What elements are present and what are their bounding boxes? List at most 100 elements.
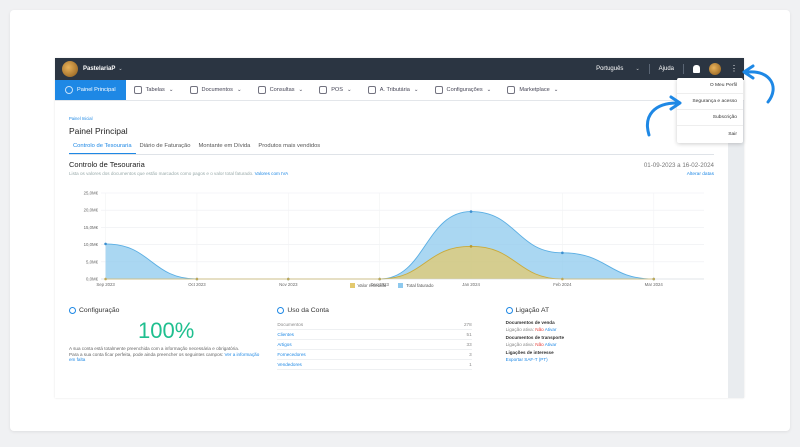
company-logo [62, 61, 78, 77]
at-title-text: Ligação AT [515, 307, 550, 314]
usage-row[interactable]: Clientes 51 [277, 330, 472, 340]
activate-sales-link[interactable]: Ativar [545, 327, 557, 332]
at-status-value: Não [535, 327, 544, 332]
nav-label: Marketplace [519, 87, 550, 93]
data-point [561, 251, 564, 255]
nav-item-tax-authority[interactable]: A. Tributária ⌄ [360, 80, 427, 100]
usage-label[interactable]: Artigos [277, 342, 291, 347]
nav-item-queries[interactable]: Consultas ⌄ [250, 80, 312, 100]
annotation-arrow-bottom [646, 95, 682, 137]
config-text: A sua conta está totalmente preenchida c… [69, 346, 263, 363]
chevron-down-icon: ⌄ [486, 87, 492, 93]
treasury-chart: 0,0M€5,0M€10,0M€15,0M€20,0M€25,0M€Sep 20… [84, 191, 704, 287]
chevron-down-icon: ⌄ [553, 87, 559, 93]
dashboard-tabs: Controlo de Tesouraria Diário de Faturaç… [69, 143, 714, 155]
y-tick-label: 15,0M€ [84, 225, 99, 230]
legend-swatch [398, 283, 404, 289]
config-panel: Configuração 100% A sua conta está total… [69, 307, 277, 370]
nav-item-marketplace[interactable]: Marketplace ⌄ [499, 80, 566, 100]
vat-values-link[interactable]: Valores com IVA [255, 171, 289, 176]
data-point [104, 242, 107, 246]
activate-transport-link[interactable]: Ativar [545, 342, 557, 347]
info-panels: Configuração 100% A sua conta está total… [69, 307, 714, 370]
document-icon [189, 86, 198, 94]
usage-row[interactable]: Artigos 33 [277, 340, 472, 350]
bell-icon[interactable] [693, 65, 700, 73]
at-status: Ligação ativa: [505, 342, 535, 347]
tab-treasury[interactable]: Controlo de Tesouraria [69, 143, 136, 154]
chevron-down-icon: ⌄ [168, 87, 174, 93]
right-panel [728, 101, 744, 398]
at-status-value: Não [535, 342, 544, 347]
change-dates-link[interactable]: Alterar datas [644, 172, 714, 177]
nav-label: Documentos [201, 87, 233, 93]
usage-title-text: Uso da Conta [287, 307, 329, 314]
nav-item-pos[interactable]: POS ⌄ [311, 80, 360, 100]
nav-label: Consultas [269, 87, 295, 93]
tab-debt[interactable]: Montante em Dívida [194, 143, 254, 154]
chevron-down-icon: ⌄ [298, 87, 304, 93]
chevron-down-icon: ⌄ [413, 87, 419, 93]
usage-value: 51 [466, 332, 472, 337]
company-name[interactable]: PastelariaP [83, 66, 115, 72]
at-status: Ligação ativa: [505, 327, 535, 332]
usage-value: 278 [463, 322, 472, 327]
language-selector[interactable]: Português [596, 66, 623, 72]
chevron-down-icon[interactable]: ⌄ [635, 66, 639, 72]
legend-received[interactable]: Valor recebido [349, 283, 387, 289]
config-title: Configuração [69, 307, 263, 314]
help-link[interactable]: Ajuda [659, 66, 674, 72]
legend-label: Valor recebido [357, 283, 387, 288]
nav-item-tables[interactable]: Tabelas ⌄ [126, 80, 182, 100]
tab-top-products[interactable]: Produtos mais vendidos [254, 143, 324, 154]
nav-label: Configurações [446, 87, 483, 93]
legend-invoiced[interactable]: Total faturado [398, 283, 434, 289]
divider [648, 64, 650, 74]
page-title: Painel Principal [69, 126, 128, 136]
usage-row: Documentos 278 [277, 320, 472, 330]
gear-icon [434, 86, 443, 94]
chevron-down-icon[interactable]: ⌄ [118, 66, 122, 72]
usage-label[interactable]: Vendedores [277, 362, 302, 367]
legend-label: Total faturado [406, 283, 434, 288]
nav-label: Tabelas [145, 87, 165, 93]
usage-label: Documentos [277, 322, 304, 327]
date-range: 01-09-2023 a 16-02-2024 [643, 162, 714, 169]
y-tick-label: 0,0M€ [86, 277, 99, 282]
top-bar: PastelariaP ⌄ Português ⌄ Ajuda ⋮ [55, 58, 744, 80]
chart-icon [257, 86, 266, 94]
nav-label: A. Tributária [379, 87, 410, 93]
usage-row[interactable]: Vendedores 1 [277, 360, 472, 370]
nav-item-dashboard[interactable]: Painel Principal [55, 80, 126, 100]
data-point [469, 210, 473, 213]
usage-panel: Uso da Conta Documentos 278 Clientes 51 Ar… [277, 307, 485, 370]
section-description: Lista os valores dos documentos que estã… [69, 171, 714, 176]
description-text: Lista os valores dos documentos que estã… [69, 171, 254, 176]
config-text-2: Para a sua conta ficar perfeita, pode ai… [69, 351, 224, 357]
usage-row[interactable]: Fornecedores 3 [277, 350, 472, 360]
chart-legend: Valor recebido Total faturado [55, 283, 728, 289]
y-tick-label: 5,0M€ [86, 259, 99, 264]
users-icon [133, 86, 142, 94]
dashboard-icon [65, 86, 73, 94]
network-icon [367, 86, 376, 94]
usage-label[interactable]: Fornecedores [277, 352, 305, 357]
data-point [469, 245, 473, 248]
chevron-down-icon: ⌄ [236, 87, 242, 93]
usage-label[interactable]: Clientes [277, 332, 294, 337]
nav-item-documents[interactable]: Documentos ⌄ [182, 80, 250, 100]
wifi-icon [505, 307, 513, 314]
chevron-down-icon: ⌄ [347, 87, 352, 93]
breadcrumb[interactable]: Painel Inicial [69, 116, 714, 121]
main-content: Painel Inicial Painel Principal Controlo… [55, 101, 728, 398]
usage-value: 33 [466, 342, 472, 347]
usage-value: 1 [469, 362, 472, 367]
at-transport-line: Ligação ativa: Não Ativar [506, 342, 700, 347]
usage-title: Uso da Conta [277, 307, 471, 314]
nav-item-settings[interactable]: Configurações ⌄ [427, 80, 500, 100]
saft-export-link[interactable]: Exportar SAF-T (PT) [506, 357, 700, 362]
at-links-head: Ligações de interesse [505, 350, 554, 355]
tab-billing-journal[interactable]: Diário de Faturação [136, 143, 195, 154]
at-sales-head: Documentos de venda [505, 320, 555, 325]
date-range-box: 01-09-2023 a 16-02-2024 Alterar datas [644, 162, 714, 177]
